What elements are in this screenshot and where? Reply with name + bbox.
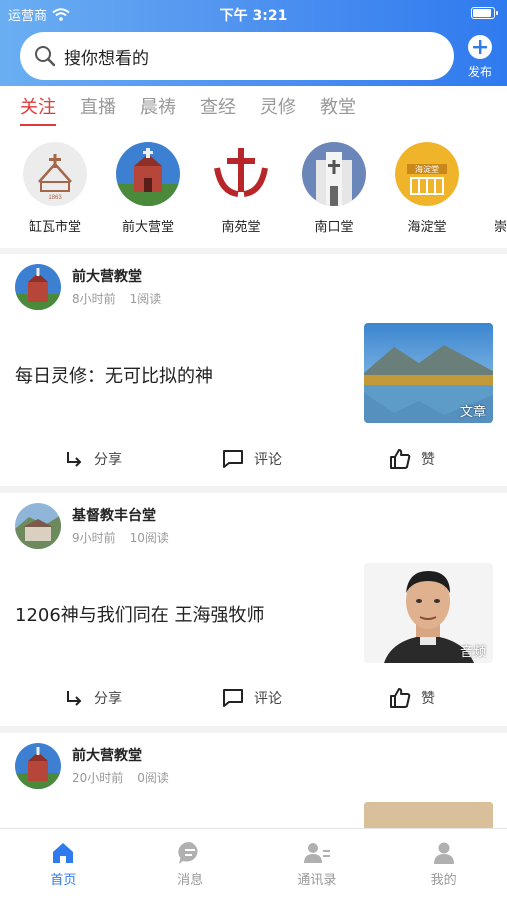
post-time: 9小时前 <box>72 531 116 545</box>
post-card[interactable]: 前大营教堂 8小时前 1阅读 每日灵修：无可比拟的神 文章 分享 评论 赞 <box>0 254 507 486</box>
church-name: 前大营堂 <box>121 220 174 235</box>
nankou-church-photo <box>302 142 366 206</box>
post-image <box>364 802 493 828</box>
church-name: 海淀堂 <box>407 220 447 235</box>
battery-icon <box>471 7 498 19</box>
tabbar-profile[interactable]: 我的 <box>380 829 507 900</box>
comment-label: 评论 <box>254 452 282 468</box>
category-tabs: 关注 直播 晨祷 查经 灵修 教堂 <box>0 86 507 130</box>
church-name: 崇文门堂 <box>493 220 507 235</box>
profile-icon <box>433 842 454 864</box>
post-card[interactable]: 前大营教堂 20小时前 0阅读 <box>0 733 507 828</box>
post-title[interactable]: 每日灵修：无可比拟的神 <box>15 362 213 388</box>
comment-button[interactable]: 评论 <box>222 439 282 479</box>
message-icon <box>178 841 198 864</box>
post-actions: 分享 评论 赞 <box>0 678 507 718</box>
publish-button[interactable]: 发布 <box>462 34 498 80</box>
search-input[interactable]: 搜你想看的 <box>20 32 454 80</box>
post-reads: 0阅读 <box>137 771 169 785</box>
post-author[interactable]: 基督教丰台堂 <box>72 505 156 525</box>
tab-follow[interactable]: 关注 <box>20 86 56 130</box>
post-card[interactable]: 基督教丰台堂 9小时前 10阅读 1206神与我们同在 王海强牧师 音频 分享 评… <box>0 493 507 726</box>
tab-morning-prayer[interactable]: 晨祷 <box>140 86 176 130</box>
post-author[interactable]: 前大营教堂 <box>72 745 142 765</box>
share-button[interactable]: 分享 <box>64 439 122 479</box>
tabbar-contacts-label: 通讯录 <box>297 873 337 888</box>
tabbar-messages[interactable]: 消息 <box>127 829 254 900</box>
haidian-sign-text: 海淀堂 <box>415 164 439 174</box>
post-meta: 9小时前 10阅读 <box>72 529 169 546</box>
tabbar-messages-label: 消息 <box>177 873 204 888</box>
plus-circle-icon <box>468 35 492 59</box>
bottom-tab-bar: 首页 消息 通讯录 我的 <box>0 828 507 900</box>
app-header: 运营商 下午 3:21 搜你想看的 发布 <box>0 0 507 86</box>
avatar[interactable] <box>15 503 61 549</box>
like-label: 赞 <box>421 452 435 468</box>
status-time: 下午 3:21 <box>219 8 288 24</box>
media-type-tag: 文章 <box>459 405 486 420</box>
like-button[interactable]: 赞 <box>389 678 435 718</box>
battery-level <box>473 9 492 17</box>
church-item-haidian[interactable]: 海淀堂 海淀堂 <box>387 142 467 235</box>
post-meta: 8小时前 1阅读 <box>72 290 161 307</box>
chongwenmen-church-logo: CH <box>488 144 507 204</box>
publish-label: 发布 <box>467 65 492 79</box>
media-type-tag: 音频 <box>459 645 486 660</box>
church-name: 南苑堂 <box>221 220 261 235</box>
post-meta: 20小时前 0阅读 <box>72 769 169 786</box>
tab-bible-study[interactable]: 查经 <box>200 86 236 130</box>
qiandaying-church-photo <box>116 142 180 206</box>
home-icon <box>53 843 74 863</box>
thumbs-up-icon <box>390 449 411 469</box>
avatar[interactable] <box>15 264 61 310</box>
church-item-chongwenmen[interactable]: CH 崇文门堂 <box>480 142 507 235</box>
share-icon <box>67 691 82 706</box>
church-name: 缸瓦市堂 <box>28 220 81 235</box>
post-thumbnail[interactable]: 文章 <box>364 323 493 423</box>
like-label: 赞 <box>421 691 435 707</box>
tabbar-home[interactable]: 首页 <box>0 829 127 900</box>
church-item-nanyuan[interactable]: 南苑堂 <box>201 142 281 235</box>
post-reads: 10阅读 <box>129 531 169 545</box>
contacts-icon <box>303 843 330 863</box>
post-reads: 1阅读 <box>129 292 162 306</box>
post-time: 20小时前 <box>72 771 124 785</box>
tabbar-home-label: 首页 <box>50 873 77 888</box>
tab-devotion[interactable]: 灵修 <box>260 86 296 130</box>
share-label: 分享 <box>94 691 122 707</box>
gangwashi-church-logo: 1863 <box>23 142 87 206</box>
comment-icon <box>223 450 243 468</box>
church-item-gangwashi[interactable]: 1863 缸瓦市堂 <box>15 142 95 235</box>
nanyuan-church-logo <box>209 142 273 206</box>
search-icon <box>35 46 56 67</box>
tab-church[interactable]: 教堂 <box>320 86 356 130</box>
comment-icon <box>223 689 243 707</box>
post-time: 8小时前 <box>72 292 116 306</box>
post-title[interactable]: 1206神与我们同在 王海强牧师 <box>15 601 265 627</box>
haidian-church-logo: 海淀堂 <box>395 142 459 206</box>
search-placeholder: 搜你想看的 <box>64 48 149 69</box>
post-thumbnail[interactable] <box>364 802 493 828</box>
share-icon <box>67 452 82 467</box>
status-bar: 运营商 下午 3:21 <box>0 0 507 26</box>
avatar[interactable] <box>15 743 61 789</box>
post-author[interactable]: 前大营教堂 <box>72 266 142 286</box>
tabbar-contacts[interactable]: 通讯录 <box>254 829 381 900</box>
post-actions: 分享 评论 赞 <box>0 439 507 479</box>
like-button[interactable]: 赞 <box>389 439 435 479</box>
tabbar-profile-label: 我的 <box>430 873 457 888</box>
tab-live[interactable]: 直播 <box>80 86 116 130</box>
gangwashi-year-text: 1863 <box>48 195 62 201</box>
share-label: 分享 <box>94 452 122 468</box>
thumbs-up-icon <box>390 688 411 708</box>
church-name: 南口堂 <box>314 220 354 235</box>
comment-label: 评论 <box>254 691 282 707</box>
church-item-nankou[interactable]: 南口堂 <box>294 142 374 235</box>
share-button[interactable]: 分享 <box>64 678 122 718</box>
comment-button[interactable]: 评论 <box>222 678 282 718</box>
followed-churches: 1863 缸瓦市堂 前大营堂 南苑堂 南口堂 海淀堂 海淀堂 崇 <box>0 130 507 248</box>
church-item-qiandaying[interactable]: 前大营堂 <box>108 142 188 235</box>
post-thumbnail[interactable]: 音频 <box>364 563 493 663</box>
